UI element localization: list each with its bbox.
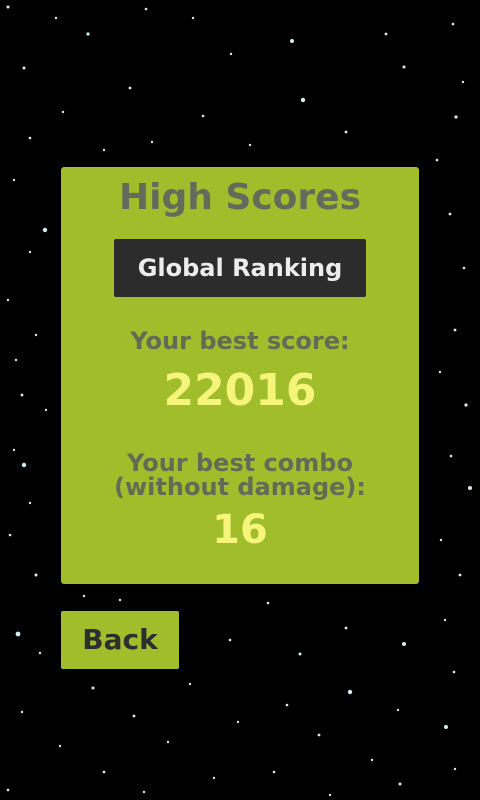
global-ranking-button[interactable]: Global Ranking <box>114 239 366 297</box>
best-score-label: Your best score: <box>130 327 350 355</box>
page-title: High Scores <box>119 177 361 218</box>
best-score-value: 22016 <box>163 365 317 416</box>
best-combo-label-line1: Your best combo <box>127 449 353 477</box>
high-scores-screen: High Scores Global Ranking Your best sco… <box>0 0 480 800</box>
best-combo-label-line2: (without damage): <box>114 473 366 501</box>
high-scores-panel: High Scores Global Ranking Your best sco… <box>61 167 419 584</box>
back-button[interactable]: Back <box>61 611 179 669</box>
best-combo-label: Your best combo (without damage): <box>61 451 419 499</box>
best-combo-value: 16 <box>212 507 268 553</box>
